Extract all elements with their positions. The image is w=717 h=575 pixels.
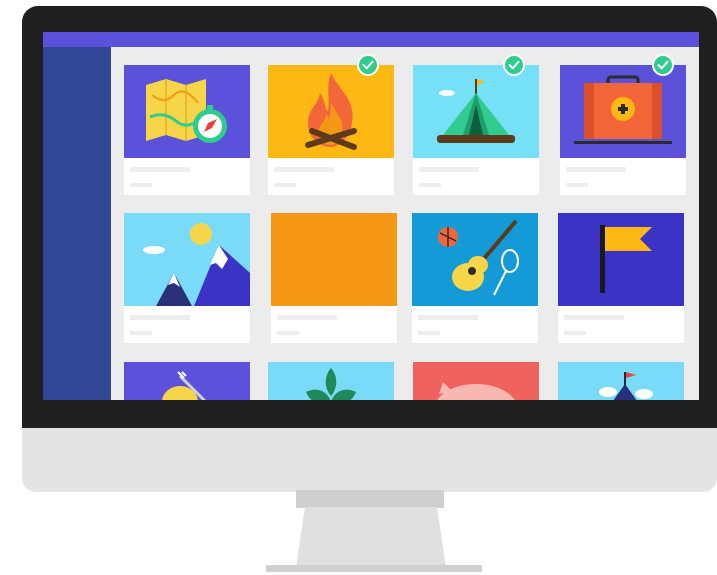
subtitle-placeholder bbox=[277, 331, 299, 335]
card-piggy-bank[interactable] bbox=[413, 362, 539, 400]
card-thumbnail bbox=[412, 213, 538, 306]
card-thumbnail bbox=[558, 213, 684, 306]
check-badge-campfire bbox=[357, 54, 379, 76]
title-placeholder bbox=[418, 315, 478, 320]
subtitle-placeholder bbox=[566, 183, 588, 187]
card-tent[interactable] bbox=[413, 65, 539, 195]
plant-icon bbox=[306, 368, 356, 400]
flag-icon bbox=[600, 225, 652, 293]
title-placeholder bbox=[566, 167, 626, 172]
guitar-sports-icon bbox=[438, 219, 519, 296]
campfire-icon bbox=[305, 73, 357, 150]
card-thumbnail bbox=[268, 362, 394, 400]
first-aid-kit-icon bbox=[574, 75, 672, 144]
title-placeholder bbox=[277, 315, 337, 320]
screen bbox=[43, 32, 699, 400]
check-badge-first-aid bbox=[652, 54, 674, 76]
piggy-bank-icon bbox=[437, 382, 515, 400]
card-mountains[interactable] bbox=[124, 213, 250, 343]
summit-flag-icon bbox=[599, 372, 653, 400]
card-thumbnail bbox=[560, 65, 686, 158]
check-badge-tent bbox=[503, 54, 525, 76]
subtitle-placeholder bbox=[130, 183, 152, 187]
title-placeholder bbox=[130, 167, 190, 172]
mountains-icon bbox=[143, 223, 250, 306]
subtitle-placeholder bbox=[418, 331, 440, 335]
title-placeholder bbox=[130, 315, 190, 320]
card-thumbnail bbox=[413, 65, 539, 158]
card-thumbnail bbox=[124, 362, 250, 400]
title-placeholder bbox=[564, 315, 624, 320]
card-first-aid[interactable] bbox=[560, 65, 686, 195]
subtitle-placeholder bbox=[564, 331, 586, 335]
card-thumbnail bbox=[268, 65, 394, 158]
card-flag[interactable] bbox=[558, 213, 684, 343]
tent-icon bbox=[437, 79, 515, 143]
monitor-neck bbox=[296, 490, 444, 508]
subtitle-placeholder bbox=[274, 183, 296, 187]
card-thumbnail bbox=[124, 213, 250, 306]
map-compass-icon bbox=[146, 79, 227, 143]
subtitle-placeholder bbox=[130, 331, 152, 335]
title-placeholder bbox=[274, 167, 334, 172]
card-plant[interactable] bbox=[268, 362, 394, 400]
checkmark-icon bbox=[362, 60, 374, 70]
card-thumbnail bbox=[413, 362, 539, 400]
card-summit[interactable] bbox=[558, 362, 684, 400]
card-campfire[interactable] bbox=[268, 65, 394, 195]
card-guitar[interactable] bbox=[412, 213, 538, 343]
card-thumbnail bbox=[124, 65, 250, 158]
checkmark-icon bbox=[508, 60, 520, 70]
monitor-stand-base bbox=[266, 565, 482, 572]
food-bowl-icon bbox=[162, 371, 207, 400]
card-food[interactable] bbox=[124, 362, 250, 400]
checkmark-icon bbox=[657, 60, 669, 70]
card-blank[interactable] bbox=[271, 213, 397, 343]
content-grid bbox=[43, 32, 699, 400]
card-map[interactable] bbox=[124, 65, 250, 195]
subtitle-placeholder bbox=[419, 183, 441, 187]
monitor-stand bbox=[296, 507, 446, 567]
title-placeholder bbox=[419, 167, 479, 172]
card-thumbnail bbox=[271, 213, 397, 306]
blank-thumbnail bbox=[271, 213, 397, 306]
monitor-chin bbox=[22, 428, 717, 492]
card-thumbnail bbox=[558, 362, 684, 400]
